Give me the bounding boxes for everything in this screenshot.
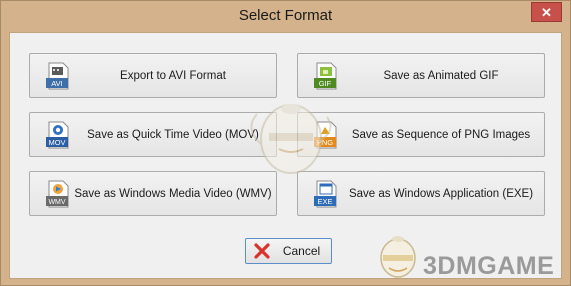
save-mov-label: Save as Quick Time Video (MOV) <box>87 128 259 141</box>
svg-text:AVI: AVI <box>51 79 63 88</box>
save-gif-label: Save as Animated GIF <box>383 69 499 82</box>
wmv-file-icon: WMV <box>46 180 69 208</box>
save-exe-button[interactable]: EXE Save as Windows Application (EXE) <box>297 171 545 216</box>
avi-file-icon: AVI <box>46 62 69 90</box>
close-button[interactable]: ✕ <box>531 2 562 22</box>
save-wmv-button[interactable]: WMV Save as Windows Media Video (WMV) <box>29 171 277 216</box>
close-icon: ✕ <box>541 4 552 20</box>
select-format-dialog: Select Format ✕ AVI Export to AVI Format <box>0 0 571 286</box>
save-mov-button[interactable]: MOV Save as Quick Time Video (MOV) <box>29 112 277 157</box>
svg-text:MOV: MOV <box>48 138 65 147</box>
png-file-icon: PNG <box>314 121 337 149</box>
svg-text:GIF: GIF <box>319 79 332 88</box>
dialog-body: AVI Export to AVI Format GIF Save as Ani… <box>9 32 562 279</box>
svg-text:WMV: WMV <box>48 199 65 206</box>
mov-file-icon: MOV <box>46 121 69 149</box>
cancel-label: Cancel <box>282 244 321 258</box>
dialog-title: Select Format <box>238 7 333 24</box>
cancel-button[interactable]: Cancel <box>245 238 332 264</box>
exe-file-icon: EXE <box>314 180 337 208</box>
svg-text:PNG: PNG <box>317 138 333 147</box>
save-wmv-label: Save as Windows Media Video (WMV) <box>74 187 272 200</box>
save-exe-label: Save as Windows Application (EXE) <box>348 187 534 200</box>
export-avi-button[interactable]: AVI Export to AVI Format <box>29 53 277 98</box>
title-bar[interactable]: Select Format ✕ <box>1 1 570 32</box>
save-png-button[interactable]: PNG Save as Sequence of PNG Images <box>297 112 545 157</box>
save-gif-button[interactable]: GIF Save as Animated GIF <box>297 53 545 98</box>
red-x-icon <box>254 243 270 259</box>
svg-text:EXE: EXE <box>317 197 332 206</box>
save-png-label: Save as Sequence of PNG Images <box>351 128 531 141</box>
export-avi-label: Export to AVI Format <box>120 69 226 82</box>
gif-file-icon: GIF <box>314 62 337 90</box>
